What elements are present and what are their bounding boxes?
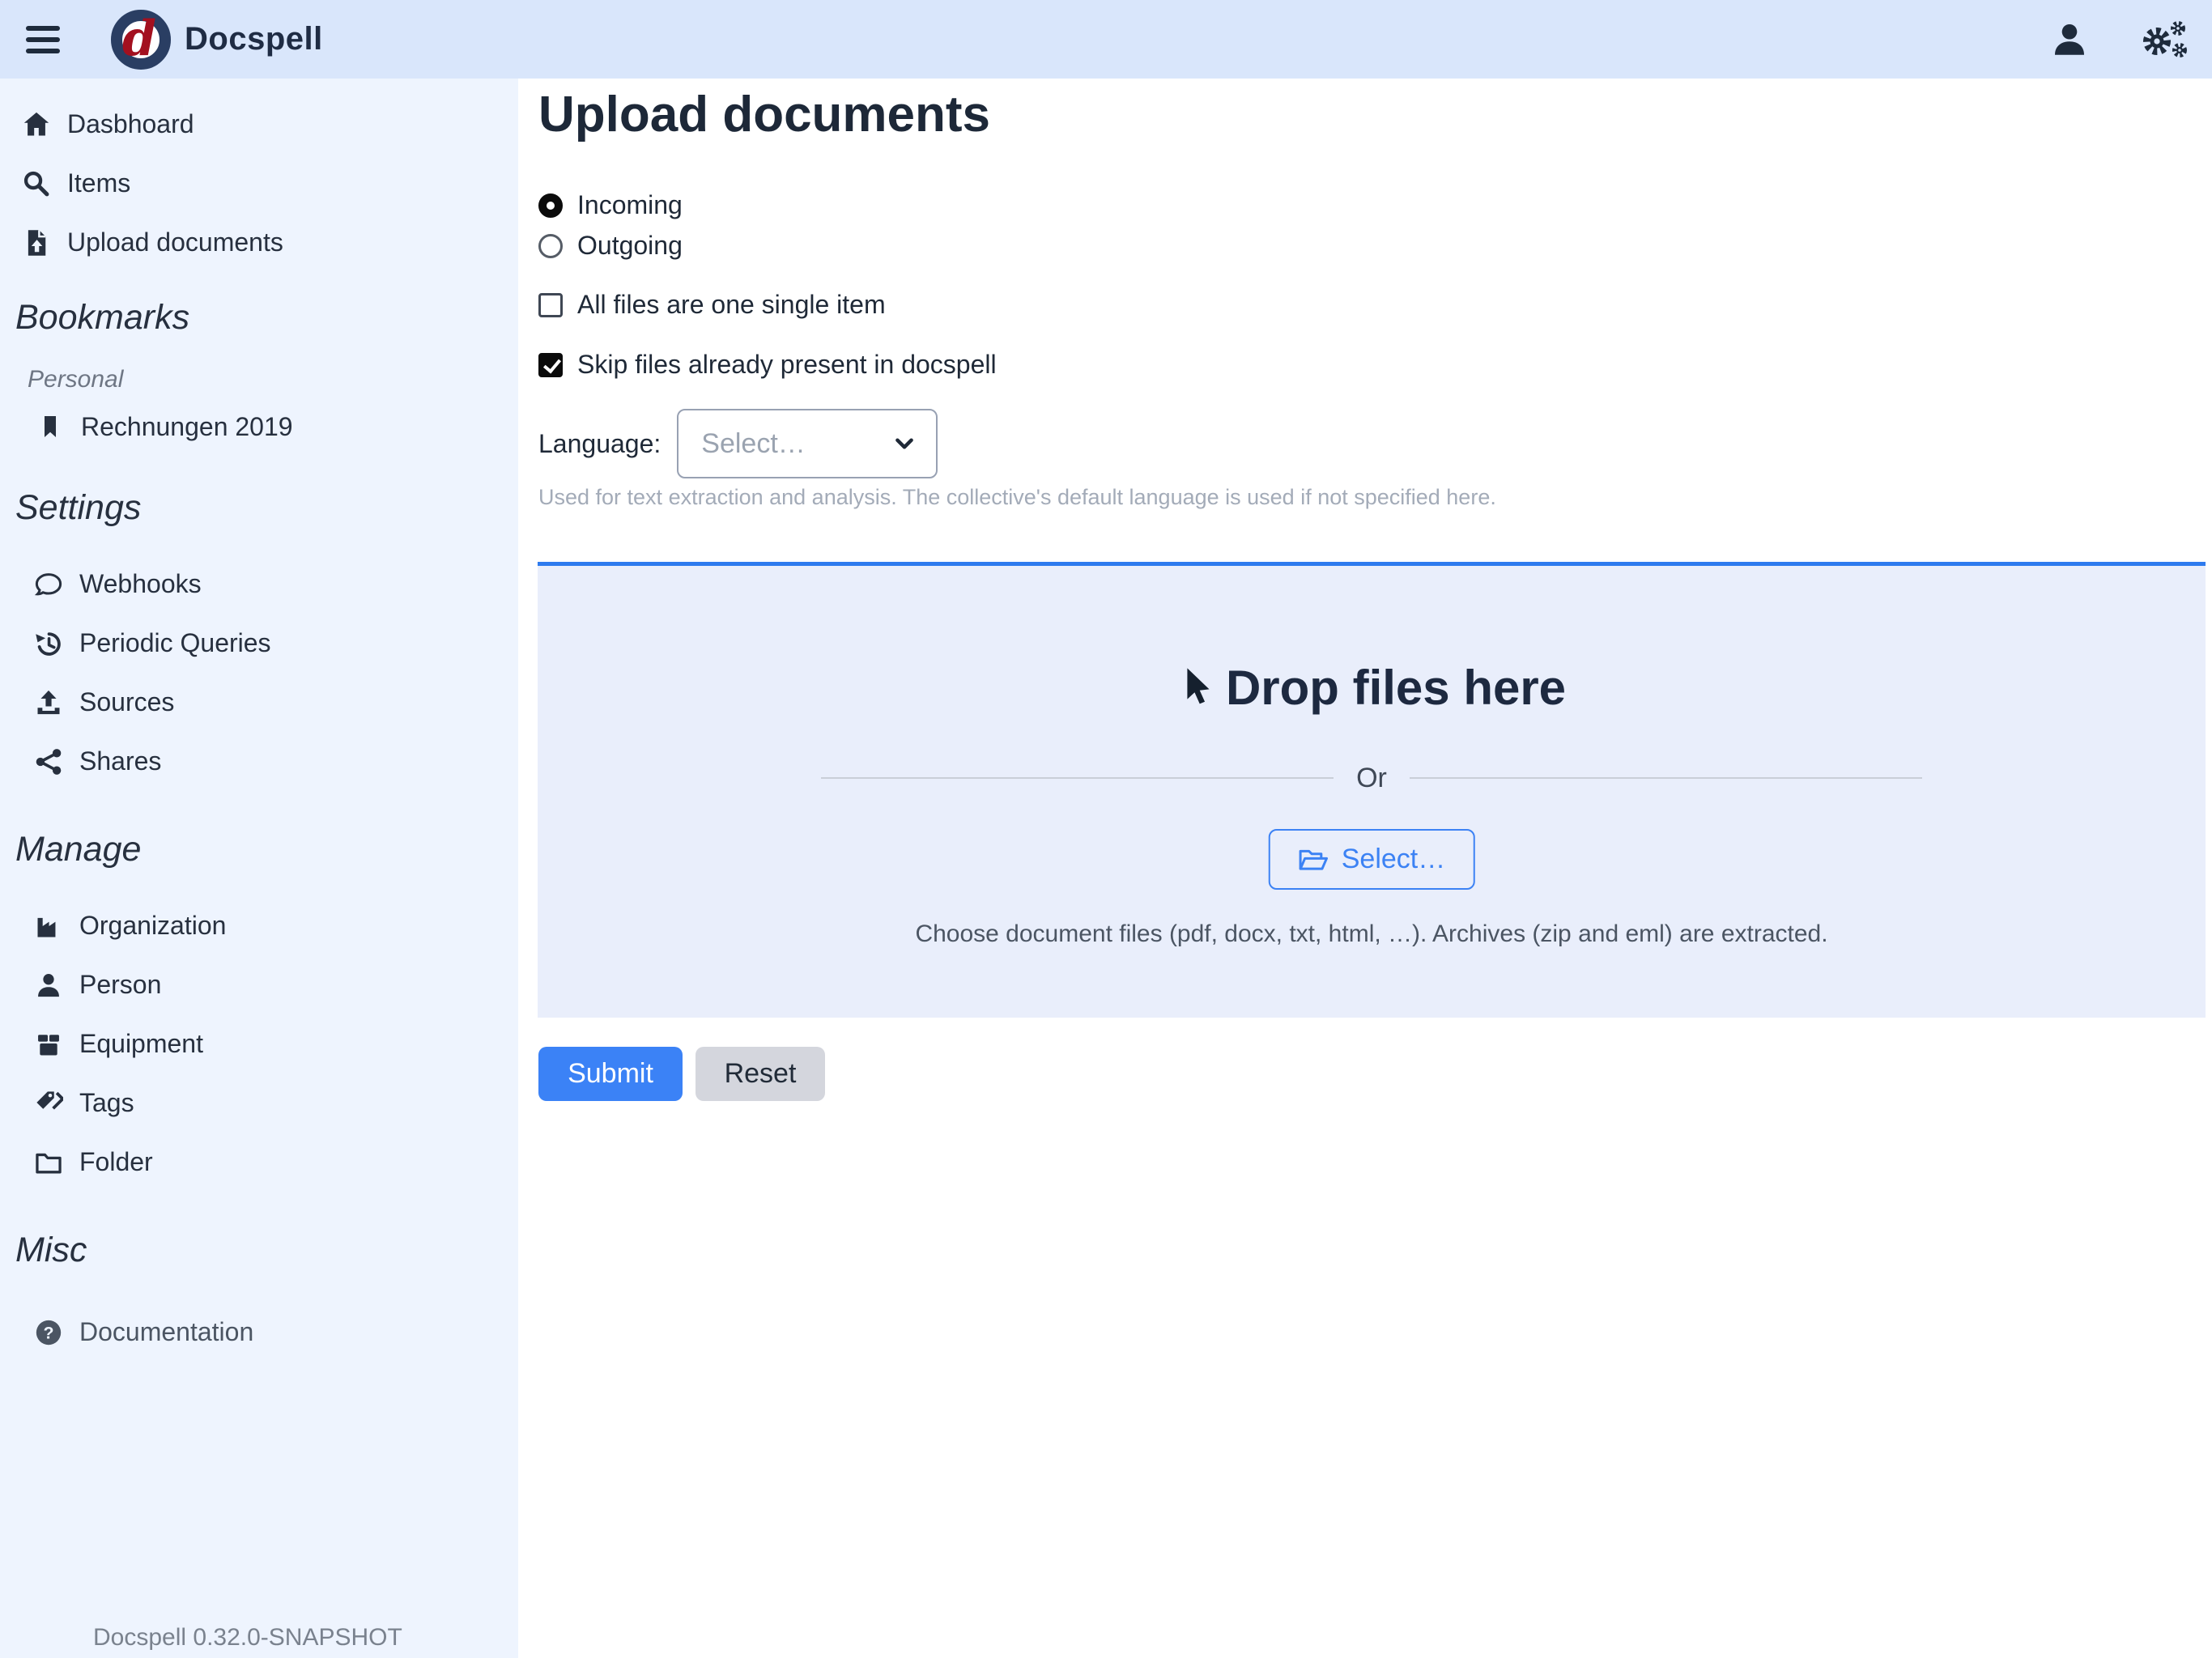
radio-unselected-icon: [538, 234, 563, 258]
radio-label: Outgoing: [577, 231, 683, 261]
menu-bar: [26, 37, 60, 42]
tags-icon: [32, 1089, 65, 1118]
dropzone-or-label: Or: [1356, 763, 1387, 794]
sidebar-item-label: Webhooks: [79, 569, 202, 599]
section-heading-bookmarks: Bookmarks: [0, 291, 518, 343]
language-label: Language:: [538, 429, 661, 459]
reset-button[interactable]: Reset: [696, 1047, 825, 1101]
user-account-icon[interactable]: [2050, 20, 2089, 59]
select-files-button[interactable]: Select…: [1269, 829, 1475, 890]
question-circle-icon: ?: [32, 1318, 65, 1347]
person-icon: [32, 971, 65, 1000]
sidebar-item-label: Documentation: [79, 1317, 253, 1347]
sidebar-item-periodic-queries[interactable]: Periodic Queries: [0, 614, 518, 673]
sidebar-item-tags[interactable]: Tags: [0, 1073, 518, 1133]
checkbox-single-item[interactable]: All files are one single item: [538, 290, 886, 320]
svg-text:?: ?: [43, 1323, 53, 1342]
sidebar-item-folder[interactable]: Folder: [0, 1133, 518, 1192]
sidebar-item-documentation[interactable]: ? Documentation: [0, 1303, 518, 1362]
sidebar-item-webhooks[interactable]: Webhooks: [0, 555, 518, 614]
sidebar-item-label: Shares: [79, 746, 161, 776]
language-help-text: Used for text extraction and analysis. T…: [538, 485, 1496, 510]
app-version: Docspell 0.32.0-SNAPSHOT: [93, 1624, 402, 1652]
box-icon: [32, 1030, 65, 1059]
sidebar-item-label: Items: [67, 168, 130, 198]
menu-bar: [26, 49, 60, 53]
sidebar-item-label: Tags: [79, 1088, 134, 1118]
house-icon: [20, 110, 53, 139]
topbar: d Docspell: [0, 0, 2212, 79]
radio-label: Incoming: [577, 190, 683, 220]
sidebar-item-shares[interactable]: Shares: [0, 732, 518, 791]
sidebar-item-organization[interactable]: Organization: [0, 896, 518, 955]
page-title: Upload documents: [538, 85, 990, 145]
file-dropzone[interactable]: Drop files here Or Select… Choose docume…: [538, 562, 2206, 1018]
history-icon: [32, 629, 65, 658]
divider-line: [821, 777, 1334, 779]
radio-outgoing[interactable]: Outgoing: [538, 231, 683, 261]
sidebar-item-items[interactable]: Items: [0, 154, 518, 213]
radio-incoming[interactable]: Incoming: [538, 190, 683, 220]
sidebar-item-label: Sources: [79, 687, 174, 717]
bookmark-group-label: Personal: [28, 359, 518, 400]
main-content: Upload documents Incoming Outgoing All f…: [518, 79, 2212, 1658]
sidebar: Dasbhoard Items Upload documents Bookmar…: [0, 79, 518, 1658]
checkbox-checked-icon: [538, 353, 563, 377]
submit-button[interactable]: Submit: [538, 1047, 683, 1101]
sidebar-item-person[interactable]: Person: [0, 955, 518, 1014]
sidebar-item-label: Rechnungen 2019: [81, 412, 293, 442]
sidebar-item-bookmark-rechnungen-2019[interactable]: Rechnungen 2019: [0, 402, 518, 451]
sidebar-item-label: Organization: [79, 911, 226, 941]
language-select-value: Select…: [701, 428, 892, 460]
radio-selected-icon: [538, 193, 563, 218]
sidebar-item-label: Folder: [79, 1147, 153, 1177]
folder-icon: [32, 1148, 65, 1177]
app-logo[interactable]: d Docspell: [110, 9, 323, 70]
section-heading-settings: Settings: [0, 482, 518, 534]
menu-icon[interactable]: [26, 19, 63, 60]
file-upload-icon: [20, 228, 53, 257]
industry-icon: [32, 912, 65, 941]
dropzone-help-text: Choose document files (pdf, docx, txt, h…: [538, 920, 2206, 948]
select-files-label: Select…: [1342, 844, 1446, 875]
chevron-down-icon: [892, 432, 917, 456]
sidebar-item-equipment[interactable]: Equipment: [0, 1014, 518, 1073]
sidebar-item-label: Person: [79, 970, 161, 1000]
checkbox-skip-duplicates[interactable]: Skip files already present in docspell: [538, 350, 997, 380]
share-icon: [32, 747, 65, 776]
sidebar-item-label: Upload documents: [67, 227, 283, 257]
dropzone-title: Drop files here: [1226, 660, 1566, 716]
sidebar-item-label: Periodic Queries: [79, 628, 271, 658]
language-select[interactable]: Select…: [677, 409, 938, 478]
section-heading-misc: Misc: [0, 1224, 518, 1276]
sidebar-item-dashboard[interactable]: Dasbhoard: [0, 95, 518, 154]
checkbox-unchecked-icon: [538, 293, 563, 317]
bookmark-icon: [34, 414, 66, 440]
sidebar-item-sources[interactable]: Sources: [0, 673, 518, 732]
divider-line: [1410, 777, 1922, 779]
section-heading-manage: Manage: [0, 823, 518, 875]
upload-icon: [32, 688, 65, 717]
docspell-logo-icon: d: [110, 9, 172, 70]
menu-bar: [26, 26, 60, 31]
search-icon: [20, 169, 53, 198]
sidebar-item-label: Dasbhoard: [67, 109, 194, 139]
folder-open-icon: [1298, 846, 1329, 874]
sidebar-item-upload-documents[interactable]: Upload documents: [0, 213, 518, 272]
mouse-pointer-icon: [1177, 667, 1213, 709]
sidebar-item-label: Equipment: [79, 1029, 203, 1059]
checkbox-label: All files are one single item: [577, 290, 886, 320]
settings-gears-icon[interactable]: [2139, 19, 2189, 60]
comment-icon: [32, 570, 65, 599]
app-title: Docspell: [185, 21, 323, 57]
svg-text:d: d: [122, 11, 156, 67]
checkbox-label: Skip files already present in docspell: [577, 350, 997, 380]
